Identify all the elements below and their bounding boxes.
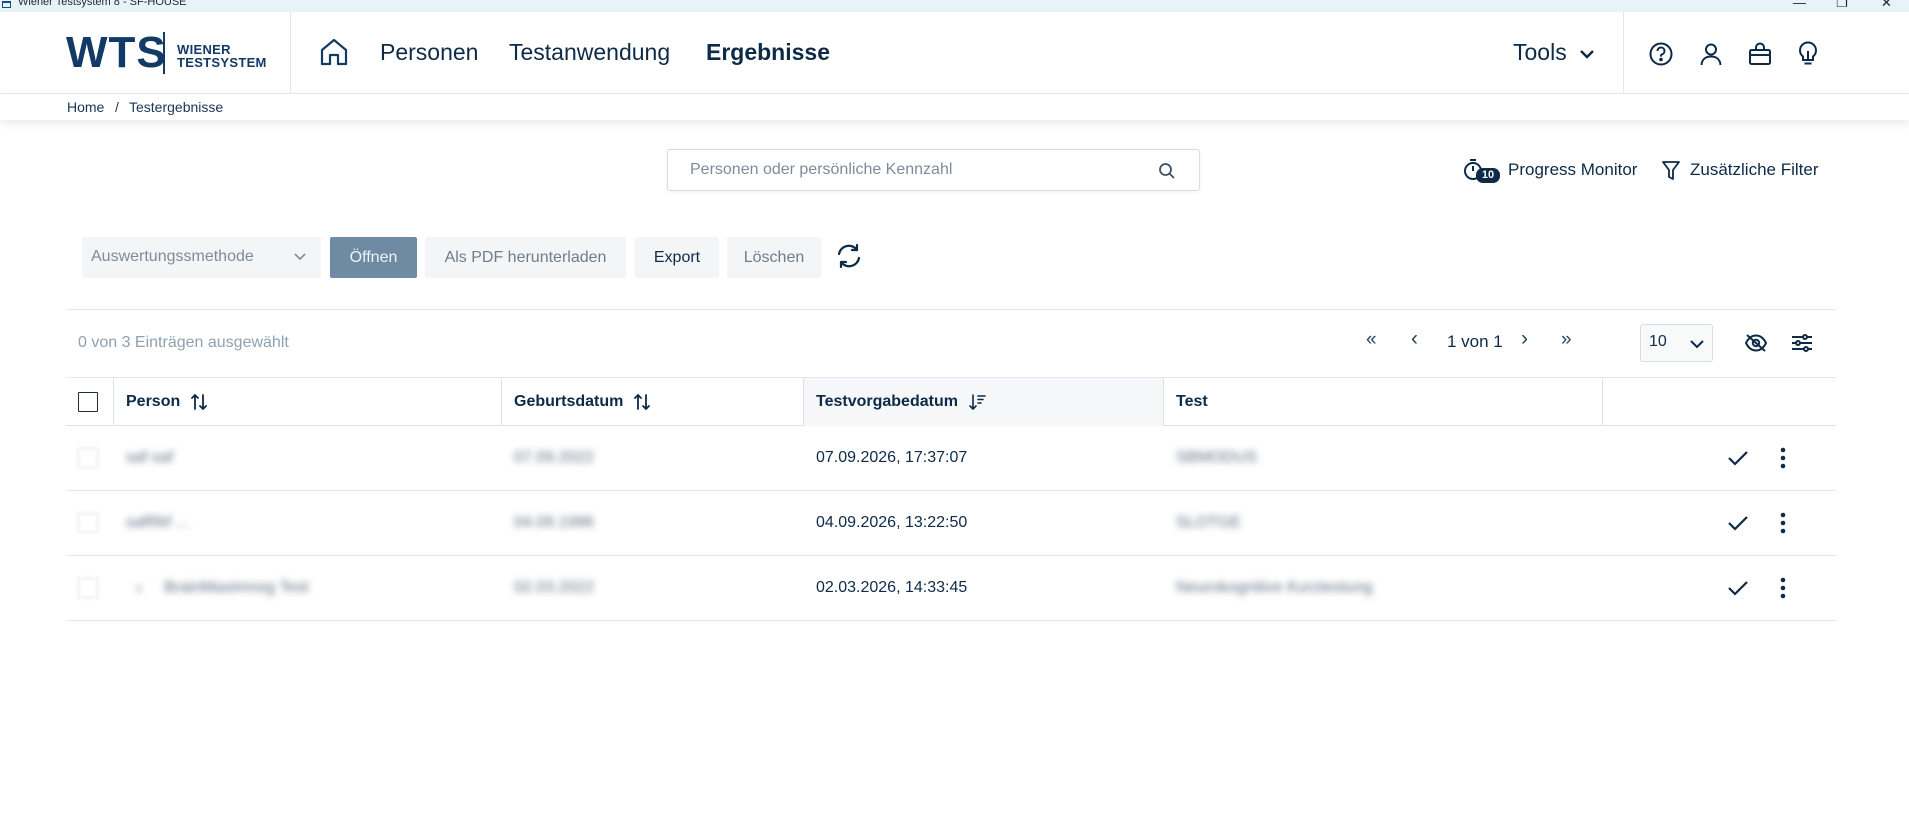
app-header: WTS WIENER TESTSYSTEM Personen Testanwen… xyxy=(0,12,1909,94)
page-size-value: 10 xyxy=(1649,333,1667,350)
chevron-down-icon xyxy=(1579,48,1595,60)
table-row[interactable]: › BrainMaximnog Test 02.03.2022 02.03.20… xyxy=(66,556,1836,621)
progress-monitor-label: Progress Monitor xyxy=(1508,160,1638,179)
cell-person: saf saf xyxy=(126,449,174,466)
table-row[interactable]: safRkf ... 04.09.1996 04.09.2026, 13:22:… xyxy=(66,491,1836,556)
first-page-button[interactable]: « xyxy=(1366,329,1377,351)
open-button[interactable]: Öffnen xyxy=(330,237,417,278)
breadcrumb-current: Testergebnisse xyxy=(129,99,224,115)
cell-person: safRkf ... xyxy=(126,514,190,531)
cell-test: SLOTGE xyxy=(1176,514,1241,531)
user-icon[interactable] xyxy=(1697,40,1725,68)
column-settings-icon[interactable] xyxy=(1789,331,1815,355)
nav-personen[interactable]: Personen xyxy=(380,39,478,66)
nav-testanwendung[interactable]: Testanwendung xyxy=(509,39,670,66)
prev-page-button[interactable]: ‹ xyxy=(1411,327,1418,351)
table-row[interactable]: saf saf 07.09.2022 07.09.2026, 17:37:07 … xyxy=(66,426,1836,491)
chevron-down-icon xyxy=(1689,339,1705,349)
row-checkbox-cell xyxy=(78,491,98,555)
cell-test-date: 04.09.2026, 13:22:50 xyxy=(816,514,968,531)
tools-label: Tools xyxy=(1513,39,1567,65)
tools-menu[interactable]: Tools xyxy=(1513,39,1595,66)
home-icon[interactable] xyxy=(316,34,352,70)
column-test-date-label: Testvorgabedatum xyxy=(816,393,958,410)
chevron-down-icon xyxy=(293,252,307,262)
minimize-button[interactable]: — xyxy=(1793,0,1806,10)
export-button[interactable]: Export xyxy=(635,237,719,278)
cell-test: SBMODUS xyxy=(1176,449,1257,466)
select-all-cell xyxy=(66,378,114,426)
close-window-button[interactable]: ✕ xyxy=(1881,0,1892,11)
more-actions-icon[interactable] xyxy=(1780,491,1800,555)
more-actions-icon[interactable] xyxy=(1780,426,1800,490)
search-box xyxy=(667,149,1200,191)
column-test-date[interactable]: Testvorgabedatum xyxy=(804,378,1164,426)
expand-chevron-icon[interactable]: › xyxy=(136,556,142,620)
cell-birthdate: 04.09.1996 xyxy=(514,514,595,531)
sort-both-icon xyxy=(190,393,208,411)
hide-columns-icon[interactable] xyxy=(1743,331,1769,355)
shopping-bag-icon[interactable] xyxy=(1746,40,1774,68)
row-checkbox[interactable] xyxy=(78,513,98,533)
sort-both-icon xyxy=(633,393,651,411)
selection-count: 0 von 3 Einträgen ausgewählt xyxy=(78,334,289,351)
maximize-button[interactable]: ❐ xyxy=(1836,0,1848,11)
header-divider xyxy=(1623,12,1624,94)
row-checkbox[interactable] xyxy=(78,448,98,468)
table-header: Person Geburtsdatum Testvorgabedatum Tes… xyxy=(66,377,1836,426)
cell-birthdate: 02.03.2022 xyxy=(514,579,595,596)
select-all-checkbox[interactable] xyxy=(78,392,98,412)
delete-button[interactable]: Löschen xyxy=(727,237,821,278)
window-titlebar: Wiener Testsystem 8 - SF-HOUSE — ❐ ✕ xyxy=(0,0,1909,12)
column-test-label: Test xyxy=(1176,393,1208,410)
progress-badge: 10 xyxy=(1476,168,1500,183)
column-birthdate-label: Geburtsdatum xyxy=(514,393,624,410)
filter-icon xyxy=(1661,160,1683,182)
column-person[interactable]: Person xyxy=(114,378,502,426)
logo-mark[interactable]: WTS xyxy=(66,28,167,78)
nav-ergebnisse[interactable]: Ergebnisse xyxy=(706,39,830,66)
window-title: Wiener Testsystem 8 - SF-HOUSE xyxy=(18,0,187,8)
breadcrumb-separator: / xyxy=(115,99,119,115)
column-person-label: Person xyxy=(126,393,181,410)
additional-filter-label: Zusätzliche Filter xyxy=(1690,160,1819,179)
header-divider xyxy=(290,12,291,94)
evaluation-method-select[interactable]: Auswertungssmethode xyxy=(82,237,321,278)
more-actions-icon[interactable] xyxy=(1780,556,1800,620)
cell-test-date: 02.03.2026, 14:33:45 xyxy=(816,579,968,596)
cell-person: BrainMaximnog Test xyxy=(164,579,309,596)
breadcrumb-home[interactable]: Home xyxy=(67,99,104,115)
refresh-icon[interactable] xyxy=(833,240,865,272)
search-input[interactable] xyxy=(690,161,1130,179)
logo-divider xyxy=(163,32,165,74)
checkmark-icon[interactable] xyxy=(1727,426,1753,490)
cell-test: Neurokognitive Kurztestung xyxy=(1176,579,1373,596)
evaluation-method-placeholder: Auswertungssmethode xyxy=(91,248,254,265)
cell-test-date: 07.09.2026, 17:37:07 xyxy=(816,449,968,466)
pdf-download-button[interactable]: Als PDF herunterladen xyxy=(425,237,626,278)
row-checkbox-cell xyxy=(78,556,98,620)
logo-line-2: TESTSYSTEM xyxy=(177,55,267,70)
lightbulb-icon[interactable] xyxy=(1794,40,1822,68)
search-icon[interactable] xyxy=(1157,161,1177,181)
checkmark-icon[interactable] xyxy=(1727,556,1753,620)
cell-birthdate: 07.09.2022 xyxy=(514,449,595,466)
help-icon[interactable] xyxy=(1647,40,1675,68)
checkmark-icon[interactable] xyxy=(1727,491,1753,555)
next-page-button[interactable]: › xyxy=(1521,327,1528,351)
page-indicator: 1 von 1 xyxy=(1447,332,1503,351)
page-size-select[interactable]: 10 xyxy=(1640,324,1713,362)
column-test[interactable]: Test xyxy=(1164,378,1603,426)
row-checkbox-cell xyxy=(78,426,98,490)
app-icon xyxy=(2,1,11,8)
section-divider xyxy=(66,309,1836,310)
breadcrumb: Home / Testergebnisse xyxy=(0,94,1909,120)
column-birthdate[interactable]: Geburtsdatum xyxy=(502,378,804,426)
sort-desc-icon xyxy=(968,393,986,411)
last-page-button[interactable]: » xyxy=(1561,329,1572,351)
row-checkbox[interactable] xyxy=(78,578,98,598)
